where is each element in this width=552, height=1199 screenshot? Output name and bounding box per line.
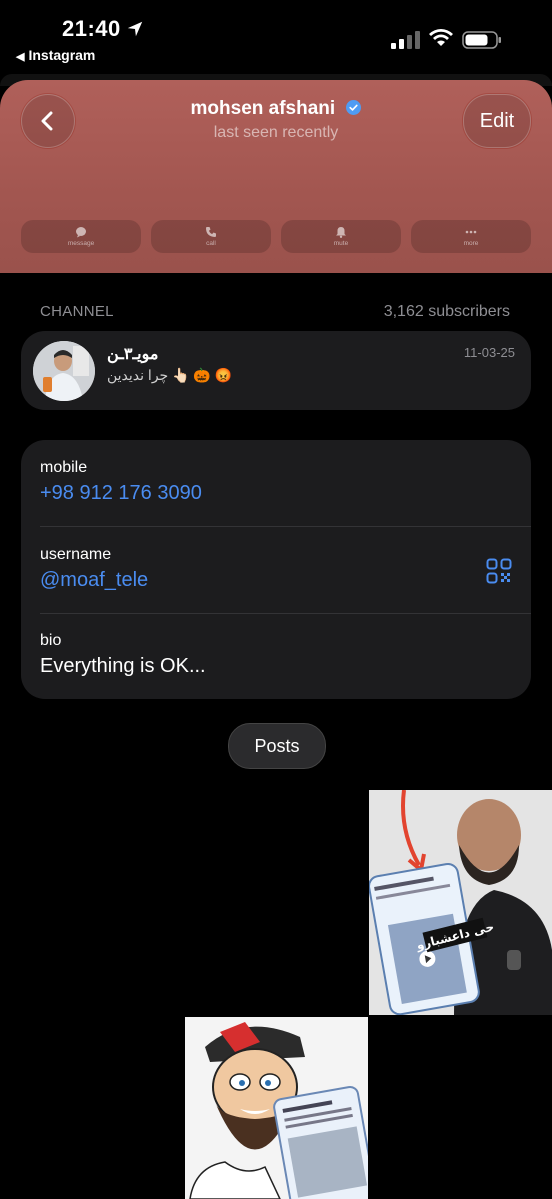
post-thumbnail[interactable]: حی داعشبارو: [369, 790, 552, 1015]
mobile-row[interactable]: mobile +98 912 176 3090: [40, 459, 202, 505]
bio-value: Everything is OK...: [40, 655, 206, 677]
cellular-signal-icon: [391, 31, 420, 49]
avatar-photo: [33, 341, 95, 401]
channel-date: 11-03-25: [463, 345, 515, 360]
back-triangle-icon: ◀: [16, 51, 25, 63]
back-app-label: Instagram: [28, 47, 96, 63]
message-button[interactable]: message: [21, 220, 141, 253]
post-image: حی داعشبارو: [369, 790, 552, 1015]
username-value[interactable]: @moaf_tele: [40, 569, 148, 592]
bio-label: bio: [40, 632, 62, 649]
divider: [40, 613, 531, 614]
qr-code-icon[interactable]: [486, 558, 512, 584]
divider: [40, 526, 531, 527]
channel-card[interactable]: مویـ۳ـن چرا ندیدین 👆🏻 🎃 😡 11-03-25: [21, 331, 531, 410]
mute-label: mute: [333, 240, 349, 247]
mobile-label: mobile: [40, 459, 88, 476]
channel-title: مویـ۳ـن: [107, 346, 159, 363]
profile-name-text: mohsen afshani: [190, 98, 336, 119]
subscriber-count: 3,162 subscribers: [383, 303, 510, 320]
mobile-number[interactable]: +98 912 176 3090: [40, 482, 202, 505]
channel-last-message: چرا ندیدین 👆🏻 🎃 😡: [107, 367, 233, 383]
posts-tab-button[interactable]: Posts: [228, 723, 326, 769]
username-row[interactable]: username @moaf_tele: [40, 546, 148, 592]
edit-button[interactable]: Edit: [463, 94, 531, 148]
contact-info-card: mobile +98 912 176 3090 username @moaf_t…: [21, 440, 531, 699]
post-thumbnail[interactable]: [185, 1017, 368, 1199]
battery-icon: [462, 31, 501, 49]
wifi-icon: [429, 29, 453, 46]
phone-icon: [206, 227, 216, 237]
status-bar: 21:40 ◀ Instagram: [0, 0, 552, 72]
bio-row: bio Everything is OK...: [40, 632, 206, 678]
back-to-app-link[interactable]: ◀ Instagram: [16, 47, 95, 63]
message-icon: [76, 227, 86, 238]
location-arrow-icon: [127, 21, 143, 37]
username-label: username: [40, 546, 112, 563]
status-time: 21:40: [62, 16, 121, 41]
channel-avatar: [33, 341, 95, 401]
verified-badge-icon: [346, 100, 362, 115]
channel-section-label: CHANNEL: [40, 303, 114, 320]
more-button[interactable]: more: [411, 220, 531, 253]
more-icon: [465, 230, 477, 234]
message-label: message: [67, 240, 95, 247]
mute-button[interactable]: mute: [281, 220, 401, 253]
more-label: more: [463, 240, 479, 247]
call-label: call: [206, 240, 216, 247]
call-button[interactable]: call: [151, 220, 271, 253]
bell-icon: [336, 227, 346, 238]
post-image: [185, 1017, 368, 1199]
